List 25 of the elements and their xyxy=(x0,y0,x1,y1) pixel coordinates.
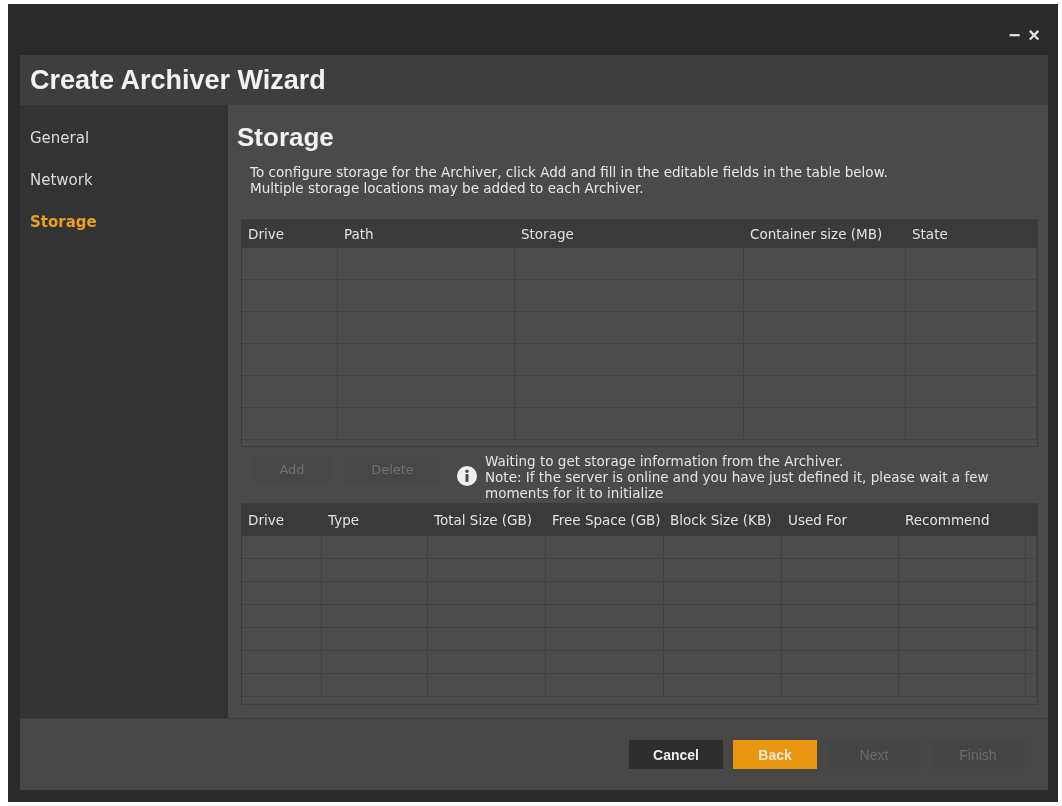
sidebar-item[interactable]: Storage xyxy=(20,201,97,243)
minimize-button[interactable]: − xyxy=(1006,25,1023,45)
page-heading: Storage xyxy=(237,122,334,152)
column-header[interactable]: Storage xyxy=(515,220,744,248)
column-header[interactable]: Used For xyxy=(782,504,899,536)
description-text: To configure storage for the Archiver, click Add and fill in the editable fields in the table below. xyxy=(250,164,888,180)
column-header[interactable]: Free Space (GB) xyxy=(546,504,664,536)
description-text: Multiple storage locations may be added to each Archiver. xyxy=(250,180,644,196)
sidebar-item[interactable]: Network xyxy=(20,159,93,201)
column-header[interactable]: Block Size (KB) xyxy=(664,504,782,536)
column-header[interactable]: Type xyxy=(322,504,428,536)
column-header[interactable]: State xyxy=(906,220,1037,248)
column-header[interactable]: Path xyxy=(338,220,515,248)
status-message: Waiting to get storage information from the Archiver. xyxy=(485,453,844,469)
column-header[interactable]: Drive xyxy=(242,220,338,248)
column-header[interactable]: Total Size (GB) xyxy=(428,504,546,536)
column-header[interactable]: Container size (MB) xyxy=(744,220,906,248)
close-button[interactable]: × xyxy=(1026,25,1042,45)
column-header[interactable]: Drive xyxy=(242,504,322,536)
note-text: Note: If the server is online and you have just defined it, please wait a few moments for it to initialize xyxy=(485,469,990,501)
wizard-title: Create Archiver Wizard xyxy=(30,64,326,96)
info-icon xyxy=(457,466,477,486)
column-header[interactable]: Recommend xyxy=(899,504,1026,536)
sidebar-item[interactable]: General xyxy=(20,117,90,159)
cancel-button[interactable]: Cancel xyxy=(629,740,723,769)
